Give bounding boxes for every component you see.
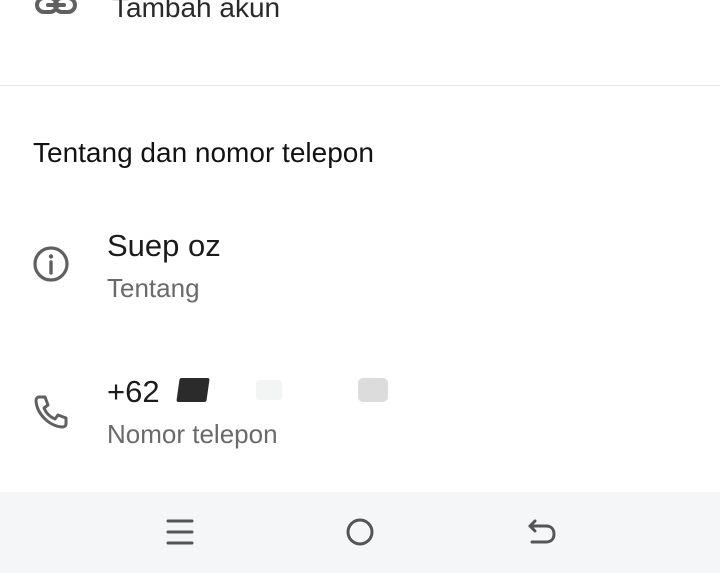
about-row[interactable]: Suep oz Tentang: [0, 220, 720, 320]
redaction-mark: [256, 380, 282, 400]
phone-label: Nomor telepon: [107, 419, 278, 449]
info-icon: [33, 246, 69, 282]
redaction-mark: [358, 378, 388, 402]
add-account-label: Tambah akun: [112, 0, 281, 23]
about-label: Tentang: [107, 273, 200, 303]
add-account-row[interactable]: Tambah akun: [0, 0, 720, 85]
section-divider: [0, 85, 720, 86]
redaction-mark: [176, 378, 210, 402]
link-icon: [35, 0, 77, 14]
about-value: Suep oz: [107, 228, 221, 263]
phone-value: +62: [107, 374, 160, 409]
navigation-bar: [0, 492, 720, 573]
section-title: Tentang dan nomor telepon: [33, 137, 374, 168]
home-icon[interactable]: [340, 512, 380, 552]
recent-apps-icon[interactable]: [160, 512, 200, 552]
back-icon[interactable]: [520, 512, 560, 552]
phone-icon: [34, 395, 68, 429]
